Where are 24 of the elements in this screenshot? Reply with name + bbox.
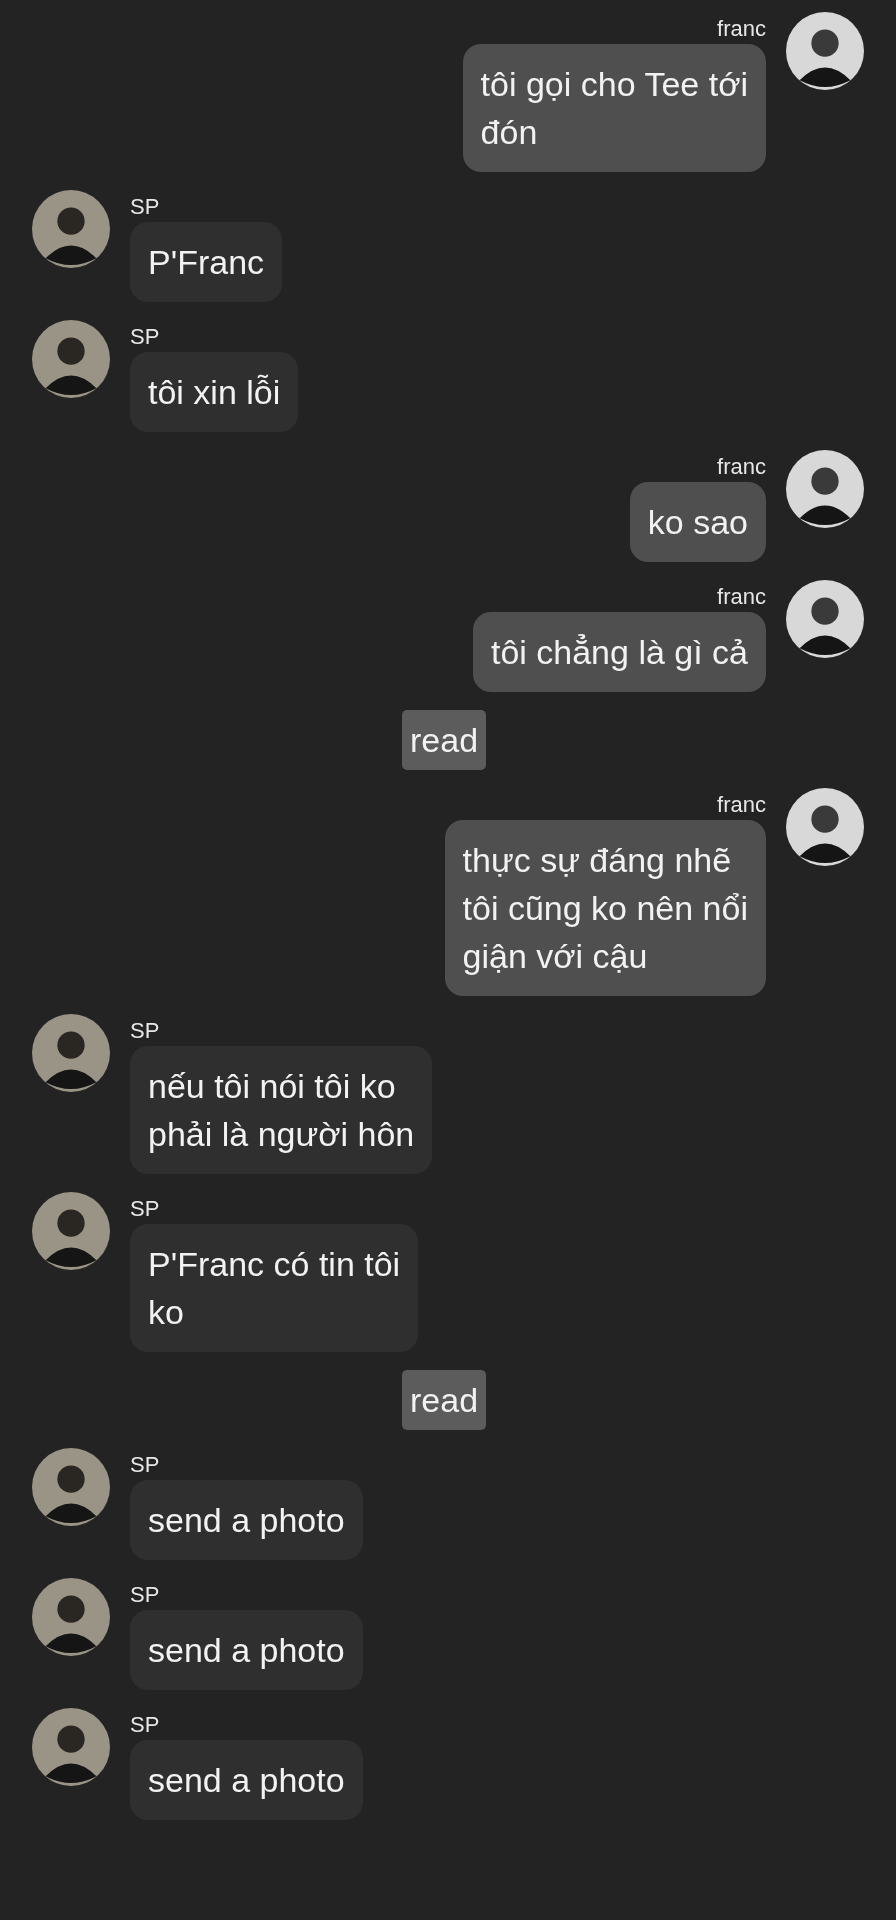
sender-name: SP	[130, 1018, 160, 1044]
read-receipt: read	[402, 1370, 487, 1430]
sender-name: franc	[717, 792, 766, 818]
sender-name: franc	[717, 16, 766, 42]
sender-name: SP	[130, 194, 160, 220]
message-bubble: send a photo	[130, 1740, 363, 1820]
message-bubble: thực sự đáng nhẽ tôi cũng ko nên nổi giận với cậu	[444, 820, 766, 996]
sender-name: SP	[130, 1196, 160, 1222]
sender-name: SP	[130, 1712, 160, 1738]
message-bubble: P'Franc	[130, 222, 283, 302]
message-bubble: nếu tôi nói tôi ko phải là người hôn	[130, 1046, 433, 1174]
sender-name: SP	[130, 324, 160, 350]
message-bubble: ko sao	[629, 482, 766, 562]
read-receipt: read	[402, 710, 487, 770]
message-bubble: tôi gọi cho Tee tới đón	[462, 44, 766, 172]
message-bubble: send a photo	[130, 1480, 363, 1560]
sender-name: SP	[130, 1582, 160, 1608]
message-bubble: send a photo	[130, 1610, 363, 1690]
sender-name: franc	[717, 584, 766, 610]
message-bubble: tôi xin lỗi	[130, 352, 299, 432]
sender-name: franc	[717, 454, 766, 480]
sender-name: SP	[130, 1452, 160, 1478]
message-bubble: P'Franc có tin tôi ko	[130, 1224, 419, 1352]
message-bubble: tôi chẳng là gì cả	[472, 612, 766, 692]
